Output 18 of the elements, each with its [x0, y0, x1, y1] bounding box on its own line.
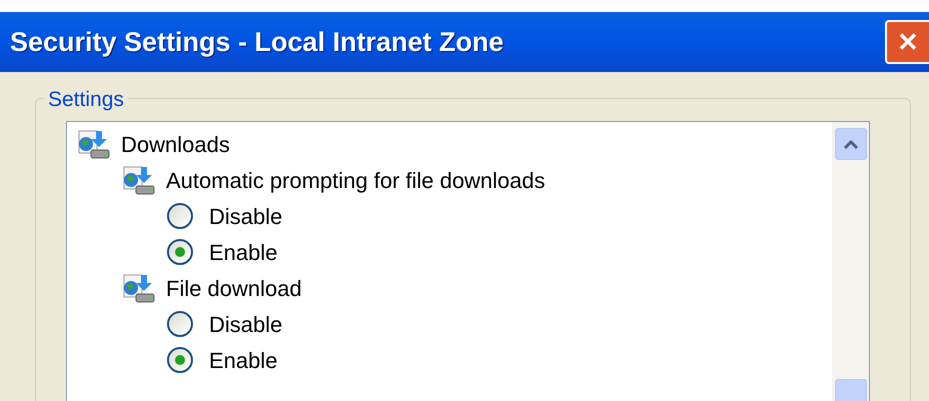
window-title: Security Settings - Local Intranet Zone — [10, 26, 504, 59]
radio-button[interactable] — [167, 239, 193, 265]
option-label[interactable]: Disable — [209, 308, 282, 340]
download-setting-icon — [77, 129, 111, 159]
download-setting-icon — [122, 273, 156, 303]
option-label[interactable]: Enable — [209, 236, 278, 268]
radio-button[interactable] — [167, 311, 193, 337]
radio-button[interactable] — [167, 203, 193, 229]
tree-item[interactable]: Downloads — [121, 128, 230, 160]
tree-item[interactable]: File download — [166, 272, 302, 304]
scroll-up-button[interactable] — [834, 128, 866, 160]
close-button[interactable]: ✕ — [885, 20, 929, 64]
option-label[interactable]: Disable — [209, 200, 282, 232]
chevron-up-icon — [844, 140, 858, 148]
option-label[interactable]: Enable — [209, 344, 278, 376]
download-setting-icon — [122, 165, 156, 195]
radio-button[interactable] — [167, 347, 193, 373]
tree-item[interactable]: Automatic prompting for file downloads — [166, 164, 546, 196]
